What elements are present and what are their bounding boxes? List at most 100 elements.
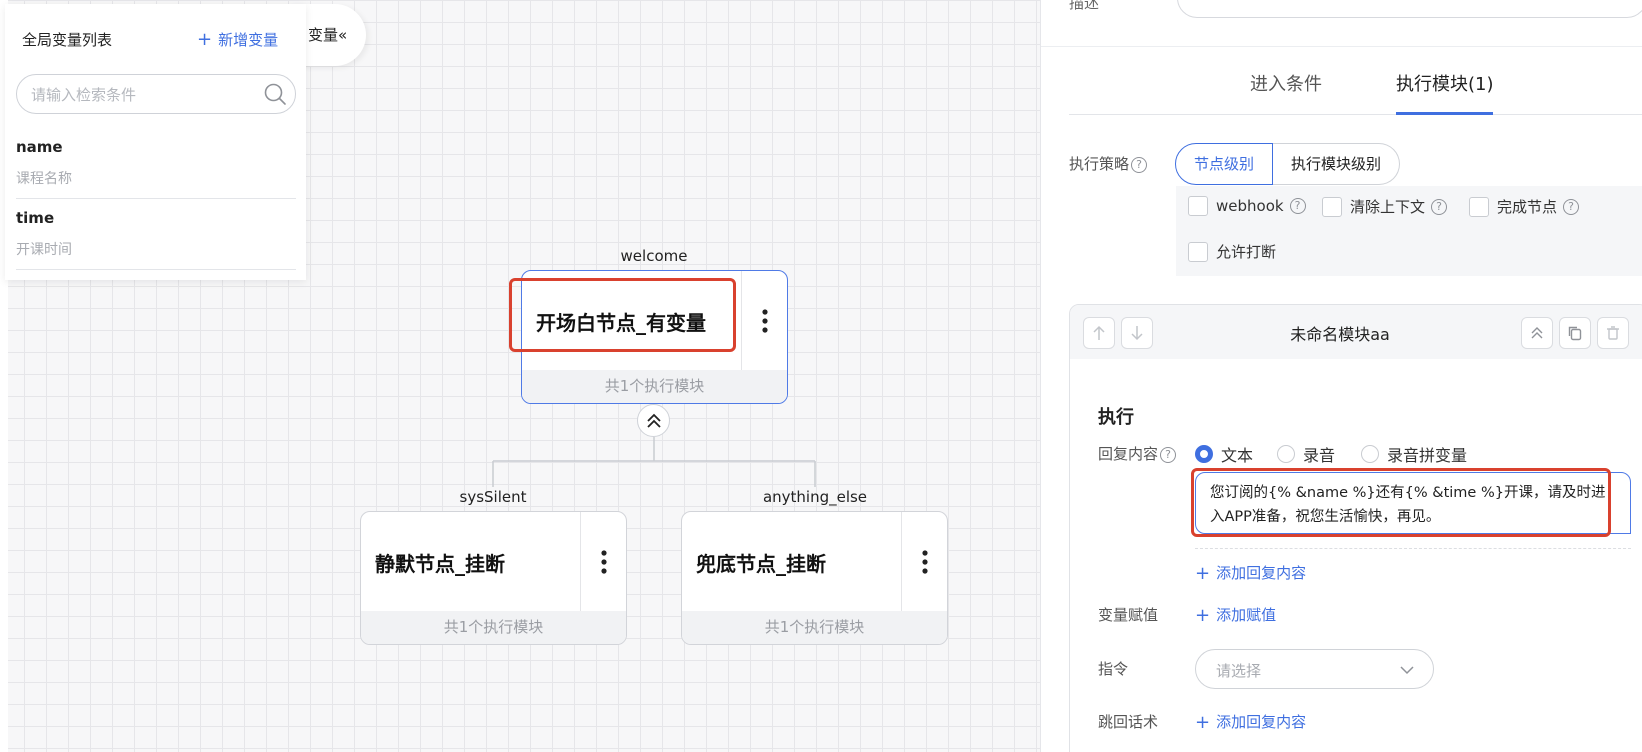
add-reply-content-link[interactable]: + 添加回复内容	[1195, 562, 1306, 584]
collapse-left-icon: «	[338, 26, 348, 44]
complete-node-checkbox[interactable]: 完成节点?	[1469, 196, 1580, 217]
trash-icon	[1607, 326, 1619, 340]
command-label: 指令	[1098, 660, 1129, 678]
chevron-down-icon	[1400, 666, 1414, 675]
webhook-checkbox[interactable]: webhook?	[1188, 196, 1306, 216]
node-title: 静默节点_挂断	[375, 552, 505, 576]
list-item[interactable]: time 开课时间	[16, 199, 296, 270]
node-title: 兜底节点_挂断	[696, 552, 826, 576]
search-icon[interactable]	[263, 82, 287, 106]
tree-node-anything-else[interactable]: 兜底节点_挂断 共1个执行模块	[681, 511, 948, 645]
checkbox-label: 允许打断	[1216, 243, 1277, 261]
divider	[1195, 548, 1631, 549]
strategy-node-level-button[interactable]: 节点级别	[1175, 143, 1274, 185]
command-select[interactable]: 请选择	[1195, 649, 1434, 689]
variable-assign-label: 变量赋值	[1098, 606, 1159, 624]
reply-type-text-radio[interactable]: 文本	[1195, 442, 1253, 466]
reply-content-label: 回复内容?	[1098, 443, 1177, 464]
variable-search-input[interactable]	[31, 84, 251, 106]
reply-content-label-text: 回复内容	[1098, 445, 1159, 463]
node-more-button[interactable]	[741, 271, 787, 371]
command-select-placeholder: 请选择	[1216, 662, 1262, 680]
global-variables-panel: 全局变量列表 + 新增变量 name 课程名称 time 开课时间	[5, 4, 306, 280]
variable-desc: 课程名称	[16, 171, 72, 187]
checkbox-label: 清除上下文	[1350, 198, 1426, 216]
radio-label: 录音拼变量	[1387, 446, 1468, 465]
checkbox-box	[1188, 241, 1208, 262]
variable-desc: 开课时间	[16, 242, 72, 258]
tree-node-syssilent[interactable]: 静默节点_挂断 共1个执行模块	[360, 511, 627, 645]
strategy-options: webhook? 清除上下文? 完成节点? 允许打断	[1176, 186, 1642, 276]
radio-dot	[1361, 445, 1379, 463]
tab-enter-conditions[interactable]: 进入条件	[1250, 70, 1322, 96]
copy-module-button[interactable]	[1559, 317, 1591, 349]
radio-dot	[1277, 445, 1295, 463]
variable-search-box	[16, 74, 296, 114]
node-more-button[interactable]	[580, 512, 626, 612]
variables-panel-header: 全局变量列表 + 新增变量	[5, 4, 306, 64]
checkbox-box	[1469, 196, 1489, 217]
node-footer: 共1个执行模块	[361, 611, 626, 644]
config-tabs: 进入条件 执行模块(1)	[1069, 60, 1642, 115]
jump-back-label: 跳回话术	[1098, 713, 1159, 731]
node-footer: 共1个执行模块	[522, 370, 787, 403]
more-vertical-icon	[600, 550, 607, 574]
section-title-execute: 执行	[1098, 407, 1134, 428]
list-item[interactable]: name 课程名称	[16, 128, 296, 199]
tab-execution-modules[interactable]: 执行模块(1)	[1396, 70, 1494, 96]
plus-icon: +	[197, 29, 213, 50]
strategy-segmented-control: 节点级别 执行模块级别	[1175, 143, 1401, 185]
radio-label: 文本	[1221, 446, 1254, 465]
radio-label: 录音	[1303, 446, 1336, 465]
collapse-module-button[interactable]	[1521, 317, 1553, 349]
description-label: 描述	[1069, 0, 1100, 12]
variable-name: time	[16, 209, 55, 227]
description-input[interactable]	[1177, 0, 1642, 18]
add-reply-label: 添加回复内容	[1216, 564, 1307, 582]
node-label-syssilent: sysSilent	[459, 488, 527, 506]
node-title: 开场白节点_有变量	[536, 311, 706, 335]
checkbox-label: 完成节点	[1497, 198, 1558, 216]
node-config-panel: 描述 进入条件 执行模块(1) 执行策略? 节点级别 执行模块级别 webhoo…	[1040, 0, 1642, 752]
divider	[1041, 46, 1642, 47]
add-variable-label: 新增变量	[218, 31, 279, 49]
help-icon[interactable]: ?	[1431, 198, 1448, 215]
help-icon[interactable]: ?	[1289, 198, 1306, 214]
copy-icon	[1568, 326, 1582, 341]
strategy-label-text: 执行策略	[1069, 155, 1130, 173]
tree-node-welcome[interactable]: 开场白节点_有变量 共1个执行模块	[521, 270, 788, 404]
add-assign-label: 添加赋值	[1216, 606, 1277, 624]
delete-module-button[interactable]	[1597, 317, 1629, 349]
strategy-module-level-button[interactable]: 执行模块级别	[1273, 143, 1401, 185]
add-jump-reply-link[interactable]: + 添加回复内容	[1195, 711, 1306, 733]
help-icon[interactable]: ?	[1131, 157, 1148, 173]
collapse-children-button[interactable]	[637, 404, 670, 437]
strategy-label: 执行策略?	[1069, 153, 1148, 174]
node-more-button[interactable]	[901, 512, 947, 612]
variables-panel-title: 全局变量列表	[22, 31, 113, 49]
plus-icon: +	[1195, 712, 1211, 733]
execution-module-card: 未命名模块aa 执行 回复内容? 文本 录音 录音拼变量 您订阅的{% &nam…	[1069, 304, 1642, 752]
reply-text-area[interactable]: 您订阅的{% &name %}还有{% &time %}开课，请及时进入APP准…	[1195, 472, 1631, 534]
clear-context-checkbox[interactable]: 清除上下文?	[1322, 196, 1448, 217]
node-footer: 共1个执行模块	[682, 611, 947, 644]
variable-name: name	[16, 138, 63, 156]
module-header: 未命名模块aa	[1070, 305, 1642, 359]
help-icon[interactable]: ?	[1563, 198, 1580, 215]
more-vertical-icon	[761, 309, 768, 333]
add-assign-link[interactable]: + 添加赋值	[1195, 604, 1276, 626]
node-label-anything-else: anything_else	[762, 488, 868, 506]
double-chevron-up-icon	[1531, 327, 1543, 339]
checkbox-label: webhook	[1216, 197, 1284, 215]
radio-dot	[1195, 445, 1213, 463]
add-variable-button[interactable]: + 新增变量	[197, 29, 278, 50]
help-icon[interactable]: ?	[1160, 447, 1177, 463]
variables-tab-label: 变量	[308, 26, 339, 44]
plus-icon: +	[1195, 605, 1211, 626]
allow-interrupt-checkbox[interactable]: 允许打断	[1188, 241, 1276, 262]
node-label-welcome: welcome	[620, 247, 688, 265]
reply-type-recording-radio[interactable]: 录音	[1277, 442, 1335, 466]
variable-list: name 课程名称 time 开课时间	[5, 128, 306, 270]
checkbox-box	[1188, 196, 1208, 216]
reply-type-recording-variable-radio[interactable]: 录音拼变量	[1361, 442, 1467, 466]
